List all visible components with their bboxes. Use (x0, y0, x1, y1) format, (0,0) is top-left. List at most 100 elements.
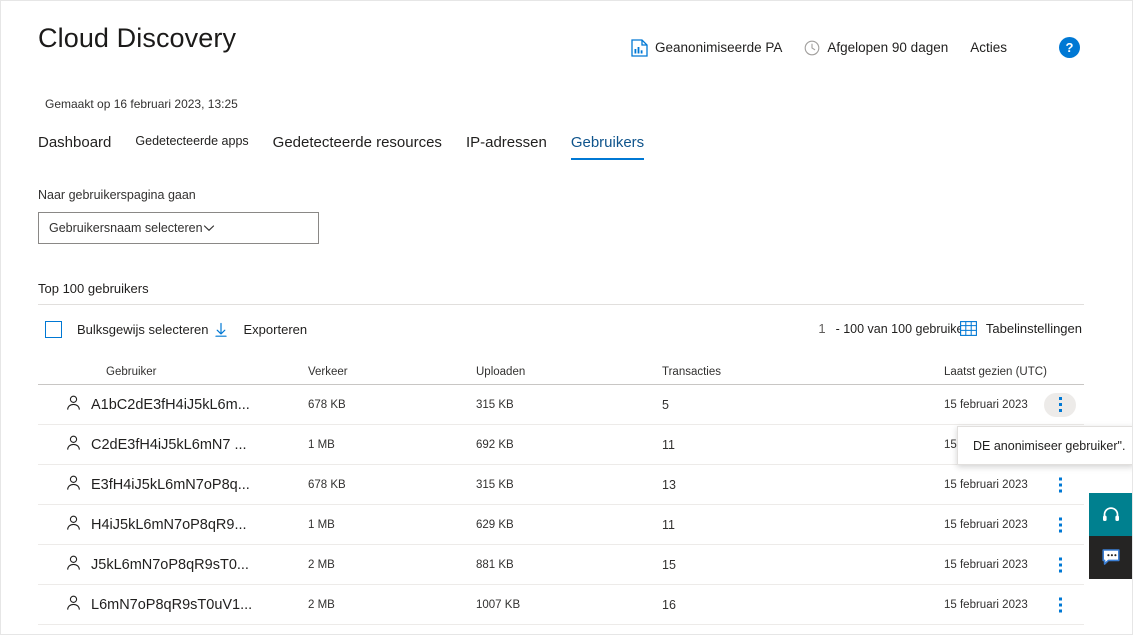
person-icon (66, 555, 81, 575)
tab-users[interactable]: Gebruikers (570, 134, 645, 160)
cell-transactions: 11 (662, 517, 675, 532)
clock-icon (804, 40, 820, 56)
bulk-select-checkbox[interactable] (45, 321, 62, 338)
tab-discovered-resources[interactable]: Gedetecteerde resources (273, 134, 442, 160)
chevron-down-icon (203, 222, 215, 234)
cell-upload: 315 KB (476, 478, 514, 491)
cell-transactions: 11 (662, 437, 675, 452)
more-vertical-icon[interactable] (1059, 597, 1062, 612)
user-name: A1bC2dE3fH4iJ5kL6m... (91, 396, 250, 413)
actions-menu-button[interactable]: Acties (970, 40, 1007, 55)
bulk-select-label: Bulksgewijs selecteren (77, 322, 209, 337)
section-title: Top 100 gebruikers (38, 281, 149, 296)
user-name: C2dE3fH4iJ5kL6mN7 ... (91, 436, 247, 453)
cell-traffic: 2 MB (308, 598, 335, 611)
person-icon (66, 395, 81, 415)
cloud-discovery-page: Cloud Discovery Geanonimiseerde PA Afgel… (0, 0, 1133, 635)
tab-bar: Dashboard Gedetecteerde apps Gedetecteer… (38, 134, 645, 160)
user-name: E3fH4iJ5kL6mN7oP8q... (91, 476, 250, 493)
cell-traffic: 678 KB (308, 478, 346, 491)
person-icon (66, 435, 81, 455)
report-bar-chart-icon (631, 38, 648, 57)
cell-transactions: 16 (662, 597, 676, 612)
user-page-nav-label: Naar gebruikerspagina gaan (38, 188, 196, 202)
help-question-icon[interactable]: ? (1059, 37, 1080, 58)
table-settings-button[interactable]: Tabelinstellingen (986, 321, 1082, 336)
table-row[interactable]: H4iJ5kL6mN7oP8qR9... 1 MB 629 KB 11 15 f… (38, 505, 1084, 545)
table-row[interactable]: J5kL6mN7oP8qR9sT0... 2 MB 881 KB 15 15 f… (38, 545, 1084, 585)
cell-traffic: 2 MB (308, 558, 335, 571)
time-period-label: Afgelopen 90 dagen (827, 40, 949, 55)
table-toolbar-right: 1 - 100 van 100 gebruikers Tabelinstelli… (818, 321, 1082, 336)
column-header-transactions: Transacties (662, 365, 722, 378)
column-header-traffic: Verkeer (308, 365, 348, 378)
more-vertical-icon[interactable] (1059, 517, 1062, 532)
cell-user: H4iJ5kL6mN7oP8qR9... (38, 515, 308, 535)
page-range-label: - 100 van 100 gebruikers (835, 321, 974, 336)
person-icon (66, 515, 81, 535)
column-header-last-seen: Laatst gezien (UTC) (944, 365, 1047, 378)
table-grid-icon[interactable] (959, 321, 977, 336)
feedback-fab-button[interactable] (1089, 536, 1132, 579)
username-select-value: Gebruikersnaam selecteren (49, 221, 203, 235)
column-header-upload: Uploaden (476, 365, 526, 378)
user-name: L6mN7oP8qR9sT0uV1... (91, 596, 253, 613)
column-header-user: Gebruiker (106, 365, 157, 378)
cell-transactions: 5 (662, 397, 669, 412)
cell-user: E3fH4iJ5kL6mN7oP8q... (38, 475, 308, 495)
support-fab-button[interactable] (1089, 493, 1132, 536)
tab-discovered-apps[interactable]: Gedetecteerde apps (135, 134, 248, 160)
headset-support-icon (1101, 505, 1121, 525)
cell-upload: 692 KB (476, 438, 514, 451)
user-name: H4iJ5kL6mN7oP8qR9... (91, 516, 247, 533)
cell-upload: 629 KB (476, 518, 514, 531)
person-icon (66, 595, 81, 615)
cell-last-seen: 15 februari 2023 (944, 478, 1028, 491)
table-header-row: Gebruiker Verkeer Uploaden Transacties L… (38, 359, 1084, 385)
floating-action-buttons (1089, 493, 1132, 579)
cell-last-seen: 15 februari 2023 (944, 598, 1028, 611)
more-vertical-icon[interactable] (1044, 392, 1076, 417)
time-period-selector[interactable]: Afgelopen 90 dagen (804, 40, 948, 56)
row-context-menu[interactable]: DE anonimiseer gebruiker". (957, 426, 1132, 465)
cell-user: J5kL6mN7oP8qR9sT0... (38, 555, 308, 575)
person-icon (66, 475, 81, 495)
cell-traffic: 1 MB (308, 438, 335, 451)
table-row[interactable]: A1bC2dE3fH4iJ5kL6m... 678 KB 315 KB 5 15… (38, 385, 1084, 425)
cell-user: C2dE3fH4iJ5kL6mN7 ... (38, 435, 308, 455)
table-row[interactable]: L6mN7oP8qR9sT0uV1... 2 MB 1007 KB 16 15 … (38, 585, 1084, 625)
cell-user: L6mN7oP8qR9sT0uV1... (38, 595, 308, 615)
context-menu-item-deanonymize[interactable]: DE anonimiseer gebruiker". (973, 439, 1125, 453)
header-actions: Geanonimiseerde PA Afgelopen 90 dagen Ac… (631, 37, 1080, 58)
section-divider (38, 304, 1084, 305)
cell-transactions: 13 (662, 477, 676, 492)
created-on-text: Gemaakt op 16 februari 2023, 13:25 (45, 97, 238, 111)
cell-user: A1bC2dE3fH4iJ5kL6m... (38, 395, 308, 415)
report-selector[interactable]: Geanonimiseerde PA (631, 38, 783, 57)
tab-ip-addresses[interactable]: IP-adressen (466, 134, 547, 160)
users-table: Gebruiker Verkeer Uploaden Transacties L… (38, 359, 1084, 625)
username-select[interactable]: Gebruikersnaam selecteren (38, 212, 319, 244)
more-vertical-icon[interactable] (1059, 477, 1062, 492)
export-button[interactable]: Exporteren (244, 322, 308, 337)
more-vertical-icon[interactable] (1059, 557, 1062, 572)
help-glyph: ? (1065, 40, 1074, 55)
cell-traffic: 1 MB (308, 518, 335, 531)
cell-traffic: 678 KB (308, 398, 346, 411)
page-title: Cloud Discovery (38, 23, 237, 53)
cell-upload: 315 KB (476, 398, 514, 411)
table-row[interactable]: E3fH4iJ5kL6mN7oP8q... 678 KB 315 KB 13 1… (38, 465, 1084, 505)
table-toolbar-left: Bulksgewijs selecteren Exporteren (45, 321, 307, 338)
cell-transactions: 15 (662, 557, 676, 572)
cell-last-seen: 15 februari 2023 (944, 558, 1028, 571)
report-label: Geanonimiseerde PA (655, 40, 783, 55)
cell-upload: 1007 KB (476, 598, 521, 611)
cell-upload: 881 KB (476, 558, 514, 571)
user-name: J5kL6mN7oP8qR9sT0... (91, 556, 249, 573)
download-arrow-icon[interactable] (209, 322, 228, 338)
tab-dashboard[interactable]: Dashboard (38, 134, 111, 160)
table-row[interactable]: C2dE3fH4iJ5kL6mN7 ... 1 MB 692 KB 11 15 … (38, 425, 1084, 465)
chat-feedback-icon (1101, 548, 1121, 567)
cell-last-seen: 15 februari 2023 (944, 518, 1028, 531)
page-number: 1 (818, 321, 826, 336)
